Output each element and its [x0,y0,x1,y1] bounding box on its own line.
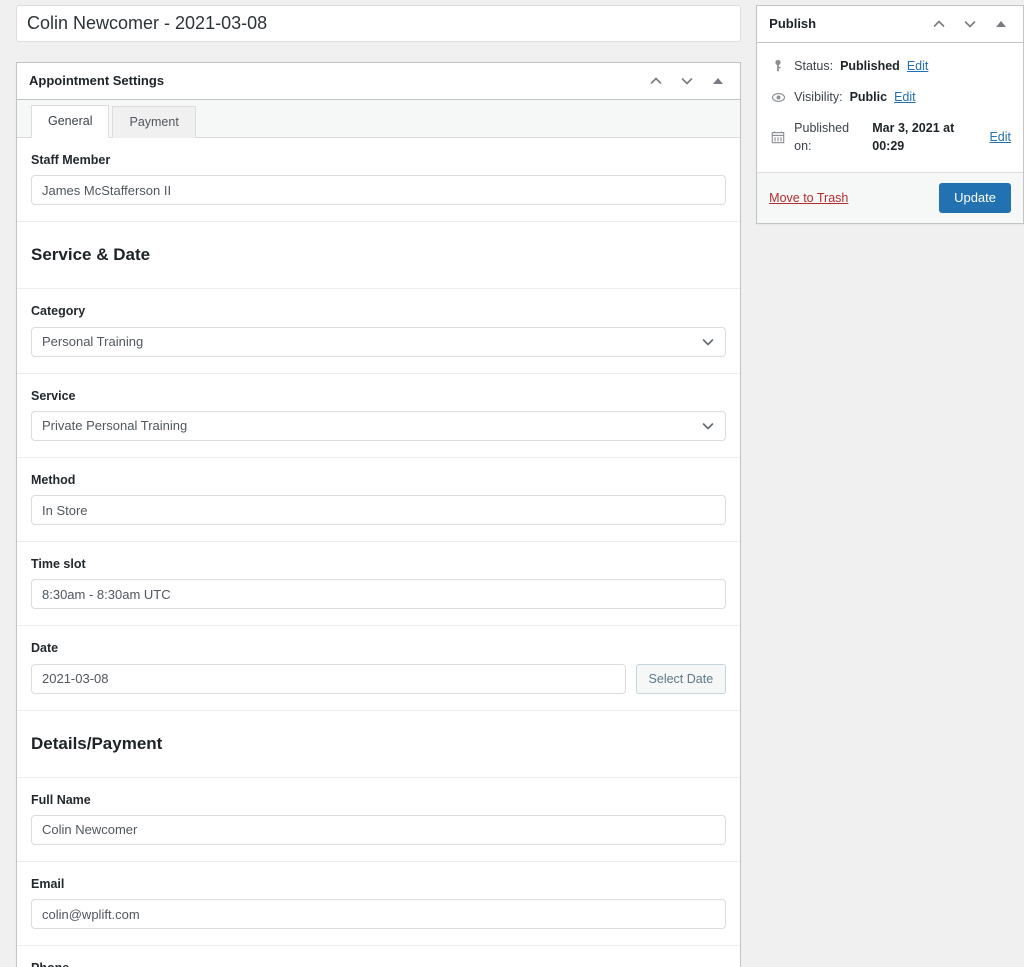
field-row-category: Category [17,289,741,374]
move-down-icon[interactable] [960,14,980,34]
edit-status-link[interactable]: Edit [907,57,929,76]
update-button[interactable]: Update [939,183,1011,213]
method-label: Method [31,472,76,487]
post-title-container [16,5,742,42]
post-title-input[interactable] [16,5,742,42]
move-up-icon[interactable] [646,71,666,91]
move-to-trash-link[interactable]: Move to Trash [769,191,848,205]
appointment-settings-header: Appointment Settings [17,63,741,100]
section-header-details-payment: Details/Payment [17,710,741,778]
staff-member-label: Staff Member [31,153,111,167]
field-row-phone: Phone [17,946,741,967]
publish-footer: Move to Trash Update [757,172,1023,223]
date-row-inner: Select Date [31,663,727,694]
publish-metabox: Publish Status: Published Edit Visibilit… [756,5,1024,224]
date-label: Date [31,641,59,656]
wordpress-edit-appointment-screen: Appointment Settings [0,0,1024,967]
publish-visibility-row: Visibility: Public Edit [769,82,1011,113]
publish-body: Status: Published Edit Visibility: Publi… [757,43,1023,172]
move-down-icon[interactable] [677,71,697,91]
publish-date-row: Published on: Mar 3, 2021 at 00:29 Edit [769,113,1011,163]
select-date-button[interactable]: Select Date [635,663,727,694]
metabox-header-actions [646,71,728,91]
service-label: Service [31,388,76,403]
toggle-panel-icon[interactable] [991,14,1011,34]
method-input[interactable] [31,495,727,526]
staff-member-input[interactable] [31,175,727,206]
time-slot-input[interactable] [31,579,727,610]
email-label: Email [31,876,65,891]
tab-payment[interactable]: Payment [112,105,196,138]
service-select[interactable] [31,410,727,441]
field-row-date: Date Select Date [17,626,741,711]
field-row-service: Service [17,373,741,458]
section-title-details-payment: Details/Payment [31,733,163,753]
service-select-wrapper [31,410,727,441]
time-slot-label: Time slot [31,557,86,572]
tab-general-label: General [48,113,93,128]
tab-general[interactable]: General [31,104,110,138]
publish-header-actions [929,14,1011,34]
field-row-email: Email [17,861,741,947]
appointment-settings-metabox: Appointment Settings General Payment Sta… [16,62,742,967]
phone-label: Phone [31,960,726,967]
publish-title: Publish [769,15,817,31]
full-name-input[interactable] [31,814,727,845]
settings-tabs: General Payment [17,100,741,138]
publish-date-prefix: Published on: [794,120,850,154]
category-select[interactable] [31,326,727,357]
category-select-wrapper [31,326,727,357]
publish-status-row: Status: Published Edit [769,51,1011,82]
main-column: Appointment Settings [16,5,742,967]
tab-payment-label: Payment [129,114,179,129]
category-label: Category [31,304,86,319]
publish-status-value: Published [840,59,900,73]
move-up-icon[interactable] [929,14,949,34]
sidebar-column: Publish Status: Published Edit Visibilit… [756,5,1024,224]
calendar-icon [769,128,787,146]
visibility-eye-icon [769,88,787,106]
email-input[interactable] [31,899,727,930]
field-row-time-slot: Time slot [17,542,741,627]
date-input[interactable] [31,663,626,694]
publish-date-value: Mar 3, 2021 at 00:29 [872,120,955,154]
full-name-label: Full Name [31,792,91,807]
publish-visibility-prefix: Visibility: [794,89,843,104]
field-row-method: Method [17,457,741,543]
section-header-service-date: Service & Date [17,222,741,290]
triangle-up-icon [713,78,724,84]
publish-status-prefix: Status: [794,59,834,73]
publish-header: Publish [757,6,1023,43]
post-status-icon [769,57,787,75]
appointment-settings-title: Appointment Settings [29,72,165,88]
triangle-up-icon [996,21,1006,27]
edit-visibility-link[interactable]: Edit [894,88,916,107]
edit-published-date-link[interactable]: Edit [989,128,1011,147]
field-row-staff-member: Staff Member [17,138,741,223]
field-row-full-name: Full Name [17,777,741,862]
section-title-service-date: Service & Date [31,245,151,265]
toggle-panel-icon[interactable] [708,71,728,91]
publish-visibility-value: Public [849,89,888,104]
